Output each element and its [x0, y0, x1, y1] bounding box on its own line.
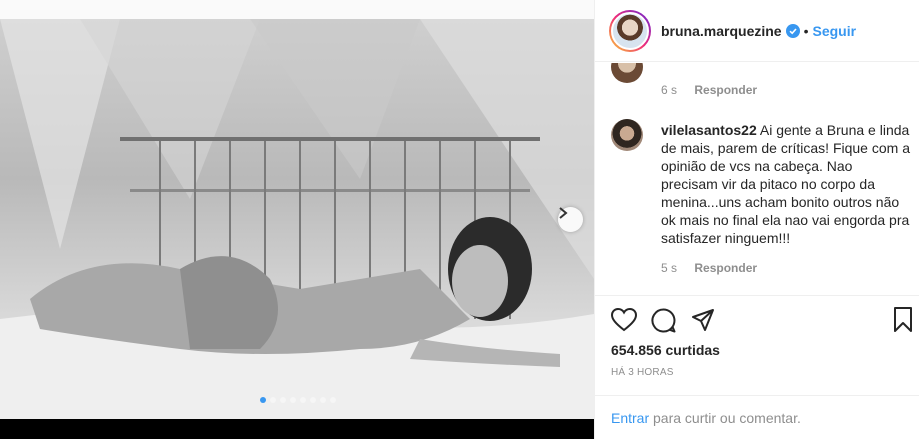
commenter-avatar[interactable] [611, 119, 643, 151]
carousel-dot [300, 397, 306, 403]
comment-time: 6 s [661, 83, 678, 97]
share-icon[interactable] [691, 308, 715, 332]
post-header: bruna.marquezine • Seguir [595, 0, 919, 62]
next-slide-button[interactable] [558, 207, 583, 232]
likes-count[interactable]: 654.856 curtidas [611, 342, 720, 358]
post-actions: 654.856 curtidas HÁ 3 HORAS [595, 295, 919, 395]
post-photo[interactable] [0, 19, 594, 419]
carousel-dot [330, 397, 336, 403]
comment-meta: 6 s Responder [661, 83, 757, 97]
comment-meta: 5 s Responder [661, 261, 757, 275]
follow-button[interactable]: Seguir [813, 23, 857, 39]
carousel-dot [290, 397, 296, 403]
reply-button[interactable]: Responder [694, 261, 757, 275]
heart-icon[interactable] [611, 308, 637, 332]
photo-bottom-bar [0, 419, 594, 439]
comment-time: 5 s [661, 261, 678, 275]
carousel-dot [320, 397, 326, 403]
comments-list[interactable]: 6 s Responder vilelasantos22 Ai gente a … [595, 63, 919, 295]
post-side-panel: bruna.marquezine • Seguir 6 s Responder … [594, 0, 919, 439]
carousel-dots [260, 397, 336, 403]
carousel-dot [310, 397, 316, 403]
author-avatar[interactable] [609, 9, 651, 52]
comment-text: Ai gente a Bruna e linda de mais, parem … [661, 122, 910, 246]
comment-username[interactable]: vilelasantos22 [661, 122, 757, 138]
comment-icon[interactable] [651, 308, 676, 333]
add-comment-bar: Entrar para curtir ou comentar. [595, 395, 919, 439]
author-username[interactable]: bruna.marquezine [661, 23, 782, 39]
carousel-dot [270, 397, 276, 403]
comment-body: vilelasantos22 Ai gente a Bruna e linda … [661, 121, 911, 247]
carousel-dot [280, 397, 286, 403]
commenter-avatar[interactable] [611, 63, 643, 83]
add-comment-prompt: para curtir ou comentar. [649, 410, 801, 426]
author-avatar-image [611, 11, 649, 50]
bookmark-icon[interactable] [893, 307, 913, 333]
reply-button[interactable]: Responder [694, 83, 757, 97]
login-link[interactable]: Entrar [611, 410, 649, 426]
post-time-ago: HÁ 3 HORAS [611, 367, 674, 378]
verified-badge-icon [785, 23, 800, 38]
chevron-right-icon [559, 207, 568, 219]
photo-illustration [0, 19, 594, 419]
carousel-dot-active [260, 397, 266, 403]
header-separator: • [803, 22, 809, 39]
